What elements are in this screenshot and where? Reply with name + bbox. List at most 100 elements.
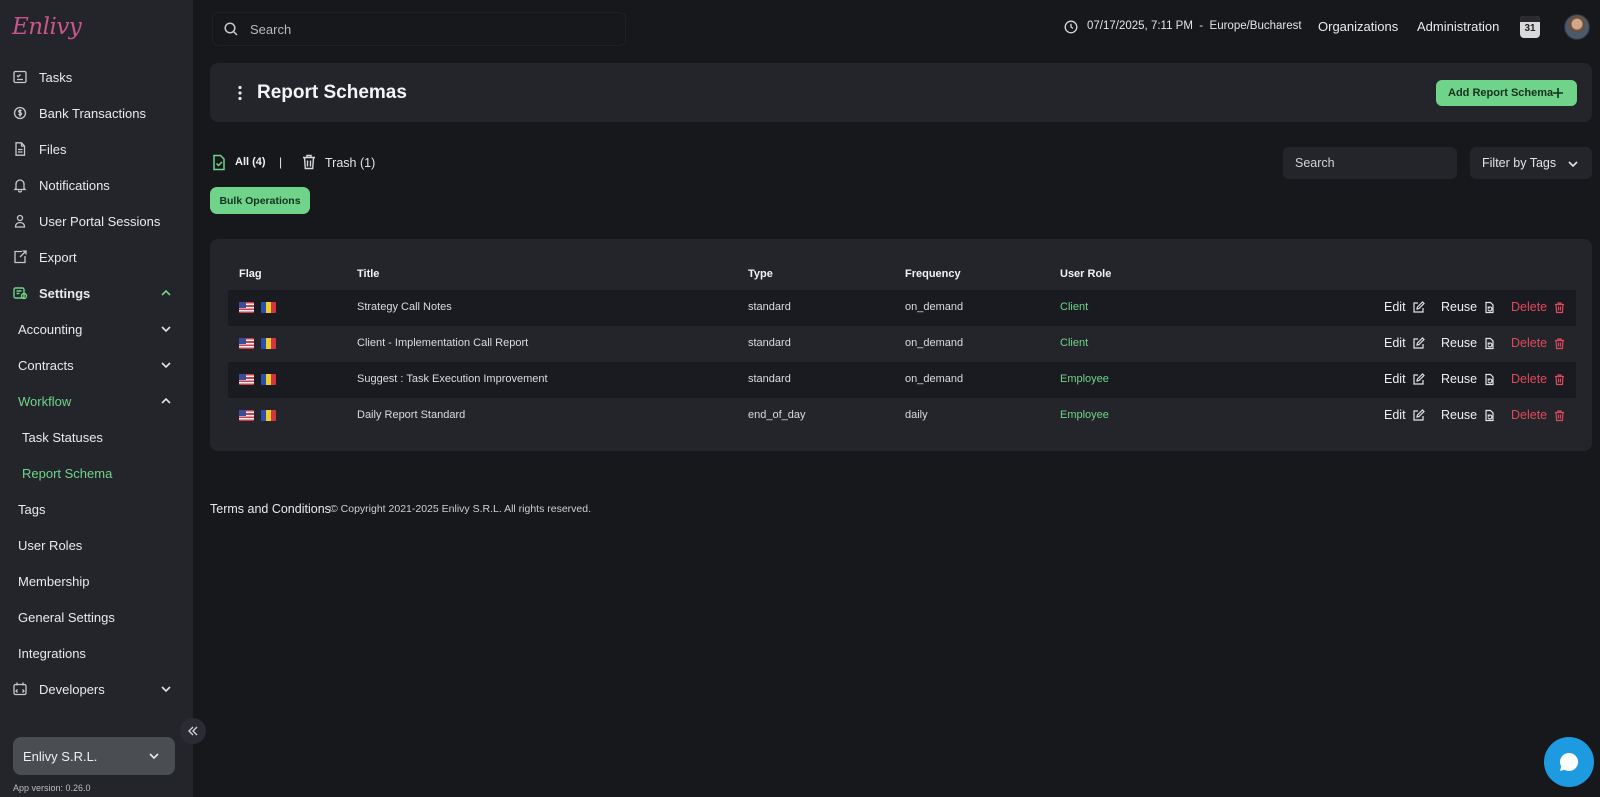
table-row: Strategy Call Notes standard on_demand C… bbox=[228, 290, 1576, 326]
reuse-icon bbox=[1485, 373, 1494, 385]
sidebar-item-label: Export bbox=[39, 249, 77, 265]
document-check-icon bbox=[213, 154, 225, 171]
chat-button[interactable] bbox=[1544, 737, 1594, 787]
calendar-icon[interactable]: 31 bbox=[1520, 16, 1540, 38]
schema-search-input[interactable]: Search bbox=[1283, 147, 1457, 179]
cell-frequency: on_demand bbox=[905, 301, 964, 313]
trash-icon bbox=[303, 154, 315, 170]
reuse-button[interactable]: Reuse bbox=[1441, 408, 1496, 422]
sidebar-item-integrations[interactable]: Integrations bbox=[0, 637, 193, 669]
reuse-button[interactable]: Reuse bbox=[1441, 300, 1496, 314]
delete-button[interactable]: Delete bbox=[1511, 300, 1566, 314]
plus-icon bbox=[1553, 88, 1563, 98]
collapse-sidebar-button[interactable] bbox=[180, 718, 206, 744]
delete-label: Delete bbox=[1511, 372, 1548, 386]
reuse-button[interactable]: Reuse bbox=[1441, 336, 1496, 350]
sidebar-item-label: Bank Transactions bbox=[39, 105, 146, 121]
tab-trash[interactable]: Trash (1) bbox=[325, 156, 375, 170]
tab-all[interactable]: All (4) bbox=[235, 156, 266, 168]
kebab-menu-icon[interactable] bbox=[232, 84, 248, 102]
copyright-text: © Copyright 2021-2025 Enlivy S.R.L. All … bbox=[330, 503, 592, 515]
edit-icon bbox=[1412, 336, 1425, 349]
double-chevron-left-icon bbox=[188, 726, 198, 736]
chevron-up-icon bbox=[161, 289, 171, 296]
sidebar-item-label: User Roles bbox=[18, 537, 83, 553]
edit-button[interactable]: Edit bbox=[1384, 372, 1425, 386]
sidebar-item-label: Report Schema bbox=[22, 465, 113, 481]
bulk-operations-button[interactable]: Bulk Operations bbox=[210, 187, 310, 214]
calendar-day: 31 bbox=[1524, 23, 1536, 34]
delete-label: Delete bbox=[1511, 336, 1548, 350]
sidebar-item-general-settings[interactable]: General Settings bbox=[0, 601, 193, 633]
edit-label: Edit bbox=[1384, 336, 1406, 350]
sidebar-item-files[interactable]: Files bbox=[0, 133, 193, 165]
edit-label: Edit bbox=[1384, 408, 1406, 422]
sidebar-item-label: User Portal Sessions bbox=[39, 213, 161, 229]
column-header-frequency: Frequency bbox=[905, 268, 961, 280]
administration-link[interactable]: Administration bbox=[1417, 19, 1499, 34]
reuse-button[interactable]: Reuse bbox=[1441, 372, 1496, 386]
sidebar-item-label: Tags bbox=[18, 501, 46, 517]
reuse-icon bbox=[1485, 409, 1494, 421]
us-flag-icon bbox=[239, 338, 254, 349]
sidebar-item-label: Developers bbox=[39, 681, 105, 697]
app-version: App version: 0.26.0 bbox=[13, 783, 91, 793]
delete-button[interactable]: Delete bbox=[1511, 372, 1566, 386]
organizations-link[interactable]: Organizations bbox=[1318, 19, 1398, 34]
tab-separator: | bbox=[279, 155, 283, 169]
reuse-icon bbox=[1485, 337, 1494, 349]
add-report-schema-button[interactable]: Add Report Schema bbox=[1436, 80, 1577, 106]
sidebar-item-tasks[interactable]: Tasks bbox=[0, 61, 193, 93]
table-row: Daily Report Standard end_of_day daily E… bbox=[228, 398, 1576, 434]
sidebar-item-developers[interactable]: Developers bbox=[0, 673, 193, 705]
current-datetime: 07/17/2025, 7:11 PM - Europe/Bucharest bbox=[1087, 20, 1302, 32]
language-flags bbox=[239, 374, 276, 385]
file-icon bbox=[15, 142, 26, 156]
sidebar-item-accounting[interactable]: Accounting bbox=[0, 313, 193, 345]
language-flags bbox=[239, 338, 276, 349]
edit-button[interactable]: Edit bbox=[1384, 300, 1425, 314]
reuse-label: Reuse bbox=[1441, 300, 1478, 314]
edit-icon bbox=[1412, 408, 1425, 421]
report-schemas-table: Flag Title Type Frequency User Role Stra… bbox=[210, 239, 1592, 451]
terms-link[interactable]: Terms and Conditions bbox=[210, 502, 331, 516]
bulk-operations-label: Bulk Operations bbox=[219, 194, 301, 207]
global-search-input[interactable]: Search bbox=[212, 12, 626, 46]
cell-title: Daily Report Standard bbox=[357, 409, 466, 421]
search-placeholder: Search bbox=[1295, 156, 1335, 170]
cell-title: Suggest : Task Execution Improvement bbox=[357, 373, 548, 385]
sidebar-item-task-statuses[interactable]: Task Statuses bbox=[0, 421, 193, 453]
settings-icon bbox=[13, 287, 28, 300]
filter-label: Filter by Tags bbox=[1482, 156, 1557, 170]
sidebar-item-report-schema[interactable]: Report Schema bbox=[0, 457, 193, 489]
sidebar-item-bank-transactions[interactable]: Bank Transactions bbox=[0, 97, 193, 129]
sidebar-item-export[interactable]: Export bbox=[0, 241, 193, 273]
sidebar-item-membership[interactable]: Membership bbox=[0, 565, 193, 597]
sidebar-item-user-portal-sessions[interactable]: User Portal Sessions bbox=[0, 205, 193, 237]
column-header-flag: Flag bbox=[239, 268, 262, 280]
chevron-down-icon bbox=[149, 753, 159, 760]
cell-title: Client - Implementation Call Report bbox=[357, 337, 529, 349]
brand-logo[interactable]: Enlivy bbox=[12, 14, 82, 40]
edit-button[interactable]: Edit bbox=[1384, 336, 1425, 350]
filter-by-tags-select[interactable]: Filter by Tags bbox=[1470, 147, 1592, 179]
sidebar-item-settings[interactable]: Settings bbox=[0, 277, 193, 309]
organization-select[interactable]: Enlivy S.R.L. bbox=[13, 737, 175, 775]
sidebar-item-tags[interactable]: Tags bbox=[0, 493, 193, 525]
sidebar-item-label: Files bbox=[39, 141, 67, 157]
language-flags bbox=[239, 302, 276, 313]
delete-button[interactable]: Delete bbox=[1511, 336, 1566, 350]
sidebar-item-workflow[interactable]: Workflow bbox=[0, 385, 193, 417]
cell-user-role: Client bbox=[1060, 337, 1089, 349]
delete-button[interactable]: Delete bbox=[1511, 408, 1566, 422]
chevron-down-icon bbox=[161, 686, 171, 693]
sidebar-item-notifications[interactable]: Notifications bbox=[0, 169, 193, 201]
edit-button[interactable]: Edit bbox=[1384, 408, 1425, 422]
sidebar-item-user-roles[interactable]: User Roles bbox=[0, 529, 193, 561]
user-avatar[interactable] bbox=[1564, 14, 1590, 40]
add-button-label: Add Report Schema bbox=[1448, 87, 1554, 99]
trash-icon bbox=[1555, 337, 1565, 349]
sidebar-item-contracts[interactable]: Contracts bbox=[0, 349, 193, 381]
export-icon bbox=[14, 250, 27, 264]
us-flag-icon bbox=[239, 302, 254, 313]
